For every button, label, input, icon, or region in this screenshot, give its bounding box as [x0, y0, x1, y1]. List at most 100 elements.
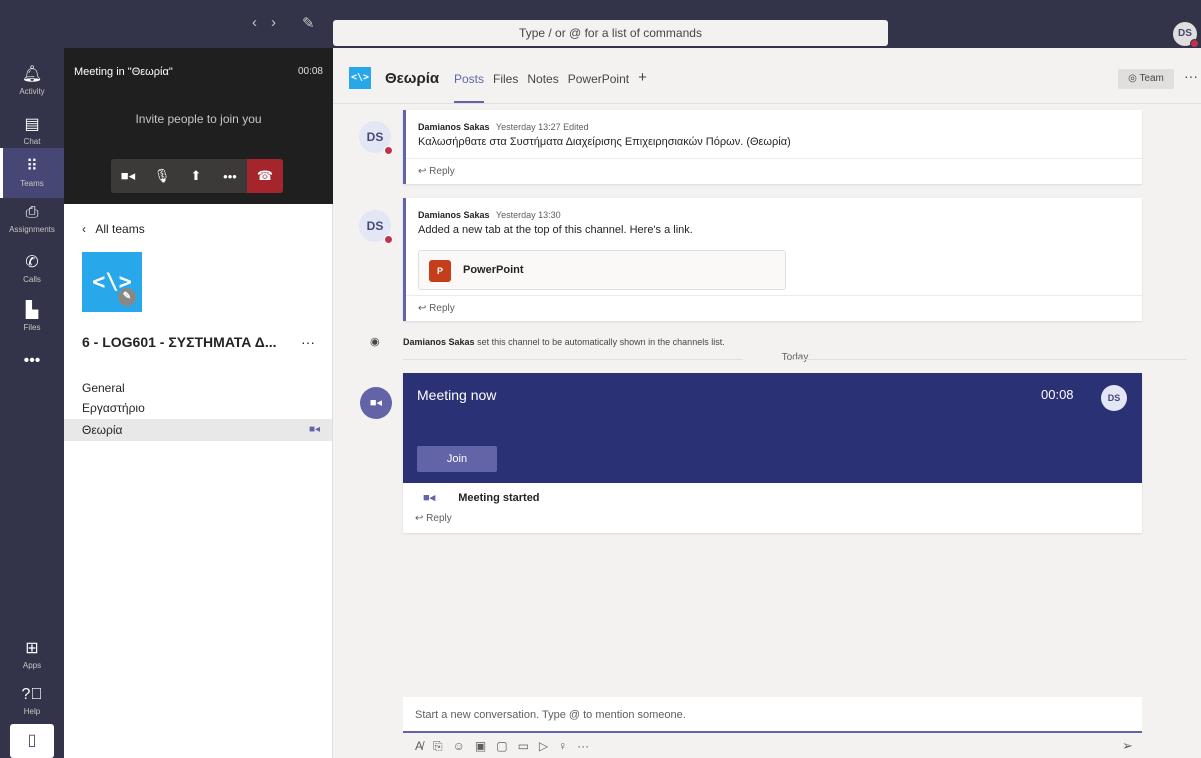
more-icon: ••• — [23, 352, 41, 369]
sticker-icon[interactable]: ▢ — [496, 739, 507, 754]
team-name: 6 - LOG601 - ΣΥΣΤΗΜΑΤΑ Δ... — [82, 334, 277, 350]
rail-assignments[interactable]: ⎙ Assignments — [0, 196, 64, 246]
add-tab-icon[interactable]: + — [638, 69, 647, 86]
message-card: Damianos Sakas Yesterday 13:30 Added a n… — [403, 198, 1142, 321]
top-bar: ‹ › ✎ Type / or @ for a list of commands… — [0, 0, 1201, 48]
team-button[interactable]: ◎ Team — [1118, 69, 1174, 89]
rail-label: Teams — [20, 179, 44, 188]
join-button[interactable]: Join — [417, 446, 497, 472]
camera-icon[interactable]: ■◂ — [111, 159, 145, 193]
rail-more[interactable]: ••• — [0, 344, 64, 394]
avatar[interactable]: DS — [359, 210, 393, 244]
meeting-started-row: ■◂ Meeting started — [423, 491, 540, 504]
meeting-title: Meeting in "Θεωρία" — [74, 66, 173, 78]
mobile-app-icon[interactable]: ▯ — [10, 724, 54, 758]
participant-avatar[interactable]: DS — [1101, 385, 1127, 411]
header-more-icon[interactable]: ··· — [1184, 68, 1198, 84]
rail-label: Chat — [23, 137, 41, 146]
date-divider: Today — [403, 352, 1187, 368]
command-search-box[interactable]: Type / or @ for a list of commands — [333, 20, 888, 46]
channel-header: <\> Θεωρία Posts Files Notes PowerPoint … — [333, 48, 1201, 104]
rail-files[interactable]: ▙ Files — [0, 292, 64, 342]
rail-label: Help — [23, 707, 41, 716]
meeting-card-title: Meeting now — [417, 387, 497, 403]
meet-now-icon[interactable]: ▭ — [518, 739, 529, 754]
busy-status-icon — [384, 146, 393, 155]
rail-label: Assignments — [9, 225, 55, 234]
busy-status-icon — [384, 235, 393, 244]
compose-toolbar: A̸ ⎘ ☺ ▣ ▢ ▭ ▷ ♀ ··· — [415, 739, 589, 754]
profile-avatar[interactable]: DS — [1173, 22, 1199, 48]
new-chat-icon[interactable]: ✎ — [302, 14, 315, 32]
message-header: Damianos Sakas Yesterday 13:27 Edited — [418, 122, 589, 132]
reply-button[interactable]: ↩ Reply — [406, 158, 1142, 184]
tab-notes[interactable]: Notes — [527, 72, 558, 86]
app-rail: 🔔︎ Activity ▤ Chat ⠿ Teams ⎙ Assignments… — [0, 48, 64, 758]
reply-button[interactable]: ↩ Reply — [406, 295, 1142, 321]
meeting-camera-icon: ■◂ — [360, 387, 392, 419]
microphone-icon[interactable]: 🎙︎ — [145, 159, 179, 193]
channel-theory[interactable]: Θεωρία ■◂ — [64, 419, 332, 441]
call-controls: ■◂ 🎙︎ ⬆ ••• ☎︎ — [111, 159, 283, 193]
rail-label: Activity — [19, 87, 45, 96]
edit-icon[interactable]: ✎ — [118, 288, 136, 306]
message-header: Damianos Sakas Yesterday 13:30 — [418, 210, 561, 220]
channel-label: Θεωρία — [82, 423, 123, 437]
send-icon[interactable]: ➢ — [1122, 738, 1133, 754]
reply-icon: ↩ — [415, 513, 427, 524]
channel-general[interactable]: General — [64, 377, 332, 399]
forward-icon[interactable]: › — [271, 14, 276, 31]
format-icon[interactable]: A̸ — [415, 739, 423, 754]
powerpoint-attachment[interactable]: P PowerPoint — [418, 250, 786, 290]
praise-icon[interactable]: ♀ — [558, 739, 567, 754]
tab-posts[interactable]: Posts — [454, 72, 485, 103]
rail-label: Apps — [22, 661, 42, 670]
powerpoint-icon: P — [429, 260, 451, 282]
avatar-initials: DS — [366, 219, 384, 233]
rail-teams[interactable]: ⠿ Teams — [0, 148, 64, 198]
team-more-icon[interactable]: ··· — [301, 334, 315, 350]
avatar[interactable]: DS — [359, 121, 393, 155]
invite-people-text: Invite people to join you — [135, 112, 262, 126]
emoji-icon[interactable]: ☺ — [453, 739, 465, 754]
rail-apps[interactable]: ⊞ Apps — [0, 630, 64, 680]
reply-button[interactable]: ↩ Reply — [415, 513, 452, 524]
more-icon[interactable]: ··· — [577, 739, 589, 754]
avatar-initials: DS — [366, 130, 384, 144]
tab-powerpoint[interactable]: PowerPoint — [568, 72, 629, 86]
tab-files[interactable]: Files — [493, 72, 518, 86]
apps-icon: ⊞ — [25, 640, 39, 657]
stream-icon[interactable]: ▷ — [539, 739, 548, 754]
teams-icon: ⠿ — [26, 158, 38, 175]
event-text: Damianos Sakas set this channel to be au… — [403, 337, 725, 347]
more-options-icon[interactable]: ••• — [213, 159, 247, 193]
team-button-label: Team — [1139, 73, 1164, 84]
reply-label: Reply — [429, 166, 455, 177]
event-author: Damianos Sakas — [403, 337, 475, 347]
message-time: Yesterday 13:27 — [495, 122, 561, 132]
rail-activity[interactable]: 🔔︎ Activity — [0, 56, 64, 106]
chat-icon: ▤ — [24, 116, 40, 133]
reply-icon: ↩ — [418, 166, 430, 177]
edited-label: Edited — [563, 122, 589, 132]
hang-up-button[interactable]: ☎︎ — [247, 159, 283, 193]
meeting-card-timer: 00:08 — [1041, 387, 1074, 402]
message-text: Added a new tab at the top of this chann… — [418, 224, 693, 236]
back-icon[interactable]: ‹ — [252, 14, 257, 31]
meeting-timer: 00:08 — [297, 66, 323, 77]
meeting-banner: Meeting now 00:08 DS Join — [403, 373, 1142, 483]
rail-help[interactable]: ?⃝ Help — [0, 678, 64, 728]
gif-icon[interactable]: ▣ — [475, 739, 486, 754]
chevron-left-icon: ‹ — [82, 222, 93, 236]
attach-icon[interactable]: ⎘ — [433, 739, 443, 754]
rail-label: Calls — [23, 275, 41, 284]
message-text: Καλωσήρθατε στα Συστήματα Διαχείρισης Επ… — [418, 136, 791, 148]
channel-logo: <\> — [349, 67, 371, 89]
eye-icon: ◎ — [1128, 73, 1140, 84]
share-screen-icon[interactable]: ⬆ — [179, 159, 213, 193]
channel-lab[interactable]: Εργαστήριο — [64, 397, 332, 419]
rail-calls[interactable]: ✆ Calls — [0, 244, 64, 294]
reply-label: Reply — [429, 303, 455, 314]
compose-input[interactable]: Start a new conversation. Type @ to ment… — [403, 697, 1142, 733]
all-teams-link[interactable]: ‹ All teams — [82, 222, 145, 236]
